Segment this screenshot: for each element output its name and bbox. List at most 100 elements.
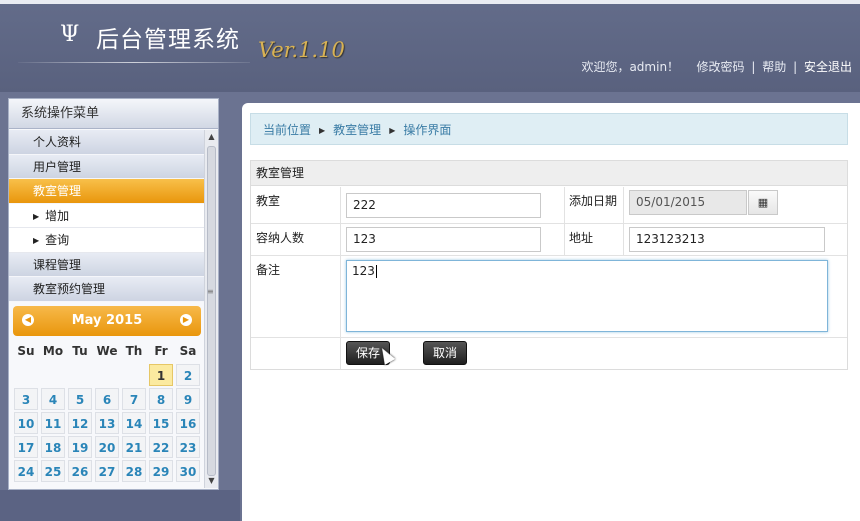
calendar-day[interactable]: 3	[14, 388, 38, 410]
calendar-day[interactable]: 29	[149, 460, 173, 482]
calendar-day[interactable]: 28	[122, 460, 146, 482]
sidebar-item-reservations[interactable]: 教室预约管理	[9, 277, 205, 302]
weekday-header: Th	[125, 344, 143, 358]
change-password-link[interactable]: 修改密码	[697, 60, 745, 74]
sidebar-scrollbar[interactable]: ▲ ≡ ▼	[204, 130, 218, 488]
breadcrumb: 当前位置 ▶ 教室管理 ▶ 操作界面	[250, 113, 848, 145]
sidebar-subitem-label: 查询	[45, 233, 70, 247]
calendar-day[interactable]: 7	[122, 388, 146, 410]
calendar-day[interactable]: 25	[41, 460, 65, 482]
separator: |	[751, 60, 756, 74]
calendar-day[interactable]: 6	[95, 388, 119, 410]
divider	[623, 224, 624, 256]
system-title: 后台管理系统	[96, 27, 240, 53]
form-row: 备注 123	[251, 256, 847, 338]
sidebar-item-profile[interactable]: 个人资料	[9, 130, 205, 155]
weekday-header: We	[96, 344, 118, 358]
calendar-day[interactable]: 19	[68, 436, 92, 458]
top-links: 欢迎您，admin！ 修改密码 | 帮助 | 安全退出	[581, 58, 852, 75]
calendar-widget: ◀ May 2015 ▶ Su Mo Tu We Th Fr Sa 1 2 3 4 5 6 7 8 9 10 11…	[13, 306, 201, 482]
calendar-day[interactable]: 10	[14, 412, 38, 434]
calendar-day[interactable]: 17	[14, 436, 38, 458]
form-row: 教室 222 添加日期 05/01/2015 ▦	[251, 187, 847, 224]
triangle-right-icon: ▶	[33, 211, 40, 221]
calendar-day[interactable]: 26	[68, 460, 92, 482]
divider	[340, 187, 341, 224]
weekday-header: Sa	[179, 344, 197, 358]
divider	[340, 338, 341, 369]
breadcrumb-item[interactable]: 当前位置	[263, 123, 311, 137]
main-panel: 当前位置 ▶ 教室管理 ▶ 操作界面 教室管理 教室 222 添加日期 05/01/20…	[242, 103, 860, 521]
divider	[340, 224, 341, 256]
sidebar-item-users[interactable]: 用户管理	[9, 154, 205, 179]
address-label: 地址	[569, 231, 594, 245]
weekday-header: Su	[17, 344, 35, 358]
date-input[interactable]: 05/01/2015	[629, 190, 747, 215]
chevron-right-icon[interactable]: ▶	[180, 314, 192, 326]
breadcrumb-item[interactable]: 教室管理	[333, 123, 381, 137]
calendar-day[interactable]: 20	[95, 436, 119, 458]
calendar-day[interactable]: 11	[41, 412, 65, 434]
form-row: 容纳人数 123 地址 123123213	[251, 224, 847, 256]
classroom-form: 教室管理 教室 222 添加日期 05/01/2015 ▦ 容纳人数 123 地…	[250, 160, 848, 370]
header: Ψ 后台管理系统 Ver.1.10 欢迎您，admin！ 修改密码 | 帮助 |…	[0, 0, 860, 92]
sidebar-menu: 个人资料 用户管理 教室管理 ▶ 增加 ▶ 查询 课程管理 教室预约管理	[9, 130, 205, 302]
calendar-day[interactable]: 12	[68, 412, 92, 434]
form-actions: 保存 取消	[251, 338, 847, 369]
calendar-day[interactable]: 5	[68, 388, 92, 410]
grip-icon: ≡	[207, 287, 214, 296]
sidebar: 系统操作菜单 个人资料 用户管理 教室管理 ▶ 增加 ▶ 查询 课程管理 教室预约管…	[8, 98, 219, 490]
calendar-day[interactable]: 22	[149, 436, 173, 458]
scroll-up-icon[interactable]: ▲	[205, 130, 218, 144]
classroom-input[interactable]: 222	[346, 193, 541, 218]
breadcrumb-item: 操作界面	[403, 123, 452, 137]
sidebar-title: 系统操作菜单	[9, 99, 218, 129]
calendar-day[interactable]: 8	[149, 388, 173, 410]
calendar-day[interactable]: 30	[176, 460, 200, 482]
sidebar-footer	[0, 490, 240, 521]
calendar-day[interactable]: 13	[95, 412, 119, 434]
help-link[interactable]: 帮助	[762, 60, 786, 74]
calendar-day[interactable]: 1	[149, 364, 173, 386]
scroll-down-icon[interactable]: ▼	[205, 474, 218, 488]
calendar-day[interactable]: 2	[176, 364, 200, 386]
calendar-day[interactable]: 16	[176, 412, 200, 434]
title-underline	[18, 62, 250, 63]
calendar-header: ◀ May 2015 ▶	[13, 306, 201, 336]
scrollbar-thumb[interactable]	[207, 146, 216, 476]
sidebar-item-courses[interactable]: 课程管理	[9, 252, 205, 277]
cancel-button[interactable]: 取消	[423, 341, 468, 365]
triangle-right-icon: ▶	[389, 126, 396, 135]
capacity-input[interactable]: 123	[346, 227, 541, 252]
logo-icon: Ψ	[60, 22, 80, 47]
triangle-right-icon: ▶	[319, 126, 326, 135]
weekday-header: Fr	[154, 344, 168, 358]
classroom-label: 教室	[256, 194, 281, 208]
calendar-day[interactable]: 23	[176, 436, 200, 458]
calendar-month: May 2015	[71, 313, 143, 328]
top-border	[0, 0, 860, 4]
calendar-day[interactable]: 21	[122, 436, 146, 458]
sidebar-item-classrooms[interactable]: 教室管理	[9, 179, 205, 204]
calendar-day[interactable]: 14	[122, 412, 146, 434]
remark-textarea[interactable]: 123	[346, 260, 828, 332]
remark-label: 备注	[256, 263, 281, 277]
calendar-day[interactable]: 18	[41, 436, 65, 458]
divider	[564, 187, 565, 224]
calendar-icon[interactable]: ▦	[748, 190, 778, 215]
weekday-header: Mo	[42, 344, 64, 358]
text-caret	[375, 265, 377, 278]
calendar-day[interactable]: 15	[149, 412, 173, 434]
calendar-day[interactable]: 4	[41, 388, 65, 410]
sidebar-subitem-query[interactable]: ▶ 查询	[9, 228, 205, 253]
welcome-text: 欢迎您，admin！	[581, 60, 680, 74]
address-input[interactable]: 123123213	[629, 227, 825, 252]
divider	[623, 187, 624, 224]
calendar-day[interactable]: 27	[95, 460, 119, 482]
calendar-day[interactable]: 9	[176, 388, 200, 410]
separator: |	[793, 60, 798, 74]
sidebar-subitem-add[interactable]: ▶ 增加	[9, 203, 205, 228]
calendar-day[interactable]: 24	[14, 460, 38, 482]
logout-link[interactable]: 安全退出	[804, 60, 852, 74]
